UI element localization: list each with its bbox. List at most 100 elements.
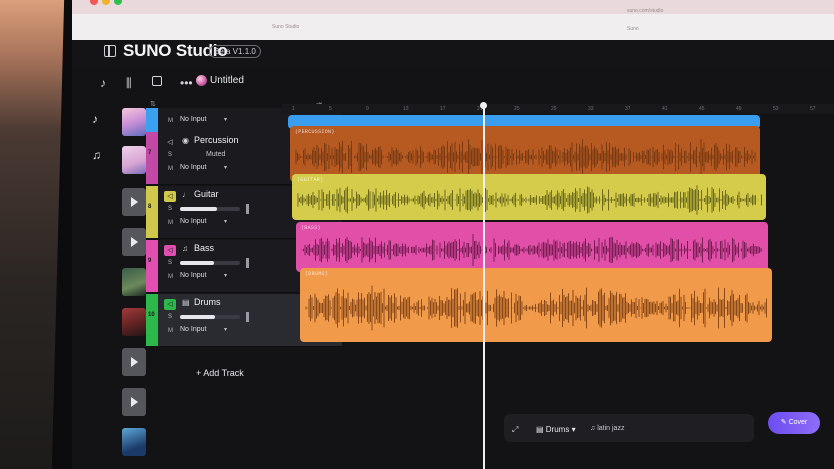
- song-thumbnail[interactable]: [122, 308, 146, 336]
- generation-bar: ⤢ ▤ Drums ▾ ♫ latin jazz ✎ Cover: [504, 412, 834, 446]
- project-name: Untitled: [210, 75, 244, 87]
- input-select[interactable]: No Input: [180, 116, 206, 123]
- waveform: [305, 285, 767, 331]
- volume-fader[interactable]: [180, 261, 240, 265]
- song-thumbnail[interactable]: [122, 268, 146, 296]
- track-name[interactable]: Percussion: [194, 135, 239, 145]
- waveform: [301, 233, 763, 267]
- style-text: latin jazz: [597, 425, 625, 432]
- more-icon[interactable]: •••: [180, 76, 193, 90]
- ruler-tick: 49: [736, 106, 742, 112]
- left-rail: ♪ ♫: [90, 108, 112, 188]
- clip-bass[interactable]: (BASS): [296, 222, 768, 272]
- solo-label[interactable]: S: [168, 152, 172, 158]
- double-note-icon[interactable]: ♫: [92, 148, 101, 162]
- clip-label: (DRUMS): [305, 271, 329, 277]
- clip-guitar[interactable]: (GUITAR): [292, 174, 766, 220]
- project-title[interactable]: Untitled: [196, 75, 244, 86]
- ruler-tick: 5: [329, 106, 332, 112]
- add-track-button[interactable]: + Add Track: [196, 368, 244, 378]
- play-button[interactable]: [122, 388, 146, 416]
- volume-fill: [180, 315, 215, 319]
- add-track-label: Add Track: [203, 368, 244, 378]
- muted-status: Muted: [206, 151, 226, 158]
- drums-icon: ▤: [182, 298, 190, 307]
- input-select[interactable]: No Input: [180, 272, 206, 279]
- song-thumbnail[interactable]: [122, 108, 146, 136]
- track-number: 8: [148, 204, 152, 210]
- style-input[interactable]: ♫ latin jazz: [590, 425, 624, 432]
- chevron-down-icon[interactable]: ▾: [224, 218, 227, 225]
- browser-tab-title[interactable]: Suno Studio: [272, 24, 299, 30]
- input-select[interactable]: No Input: [180, 218, 206, 225]
- expand-icon[interactable]: ⤢: [512, 425, 518, 435]
- track-name[interactable]: Guitar: [194, 189, 219, 199]
- drum-icon: ◉: [182, 136, 189, 145]
- clip-label: (GUITAR): [297, 177, 324, 183]
- chevron-down-icon[interactable]: ▾: [224, 164, 227, 171]
- speaker-muted-icon[interactable]: ◁: [164, 137, 176, 148]
- track-number: 9: [148, 258, 152, 264]
- playhead[interactable]: [480, 102, 486, 469]
- ruler-tick: 13: [403, 106, 409, 112]
- mute-label[interactable]: M: [168, 274, 173, 280]
- song-thumbnail[interactable]: [122, 428, 146, 456]
- clip-label: (BASS): [301, 225, 321, 231]
- track-name[interactable]: Bass: [194, 243, 214, 253]
- ruler-tick: 41: [662, 106, 668, 112]
- song-thumbnail[interactable]: [122, 146, 146, 174]
- cover-button[interactable]: ✎ Cover: [768, 412, 820, 434]
- volume-fill: [180, 261, 214, 265]
- volume-fader[interactable]: [180, 315, 240, 319]
- prompt-box[interactable]: ⤢ ▤ Drums ▾ ♫ latin jazz: [504, 414, 754, 442]
- mute-label[interactable]: M: [168, 220, 173, 226]
- image-icon[interactable]: [152, 76, 162, 86]
- solo-label[interactable]: S: [168, 314, 172, 320]
- library-icon[interactable]: ⫼: [126, 76, 132, 91]
- timeline-ruler[interactable]: 1 5 9 13 17 21 25 29 33 37 41 45 49 53 57: [282, 104, 834, 114]
- collapse-icon[interactable]: ⇅: [150, 100, 156, 108]
- app-header: SUNO Studio Beta V1.1.0: [72, 40, 834, 70]
- browser-url[interactable]: suno.com/studio: [627, 8, 663, 14]
- sidebar-toggle-icon[interactable]: [104, 45, 116, 57]
- speaker-icon[interactable]: ◁: [164, 245, 176, 256]
- track-name[interactable]: Drums: [194, 297, 221, 307]
- music-note-icon[interactable]: ♪: [92, 112, 98, 126]
- track-select[interactable]: ▤ Drums ▾: [536, 425, 576, 434]
- play-button[interactable]: [122, 348, 146, 376]
- track-select-label: Drums: [545, 425, 570, 434]
- chevron-down-icon[interactable]: ▾: [224, 116, 227, 123]
- pan-knob[interactable]: [246, 258, 249, 268]
- browser-bookmark[interactable]: Suno: [627, 26, 639, 32]
- app-screen: Suno Studio suno.com/studio Suno SUNO St…: [72, 0, 834, 469]
- volume-fader[interactable]: [180, 207, 240, 211]
- mute-label[interactable]: M: [168, 328, 173, 334]
- speaker-icon[interactable]: ◁: [164, 191, 176, 202]
- clip-label: (PERCUSSION): [295, 129, 335, 135]
- chevron-down-icon[interactable]: ▾: [224, 326, 227, 333]
- play-button[interactable]: [122, 188, 146, 216]
- track-color-strip: 7: [146, 132, 158, 184]
- browser-tab-strip: [72, 0, 834, 14]
- input-select[interactable]: No Input: [180, 326, 206, 333]
- solo-label[interactable]: S: [168, 206, 172, 212]
- ruler-tick: 33: [588, 106, 594, 112]
- track-number: 10: [148, 312, 155, 318]
- mute-label[interactable]: M: [168, 166, 173, 172]
- play-button[interactable]: [122, 228, 146, 256]
- bass-icon: ♫: [182, 244, 188, 253]
- mute-label[interactable]: M: [168, 118, 173, 124]
- solo-label[interactable]: S: [168, 260, 172, 266]
- chevron-down-icon[interactable]: ▾: [224, 272, 227, 279]
- pan-knob[interactable]: [246, 204, 249, 214]
- waveform: [297, 185, 762, 215]
- pan-knob[interactable]: [246, 312, 249, 322]
- speaker-icon[interactable]: ◁: [164, 299, 176, 310]
- music-note-icon[interactable]: ♪: [100, 76, 106, 90]
- input-select[interactable]: No Input: [180, 164, 206, 171]
- track-color-strip: 9: [146, 240, 158, 292]
- guitar-icon: ♩: [182, 190, 190, 199]
- ruler-tick: 9: [366, 106, 369, 112]
- clip-drums[interactable]: (DRUMS): [300, 268, 772, 342]
- ruler-tick: 37: [625, 106, 631, 112]
